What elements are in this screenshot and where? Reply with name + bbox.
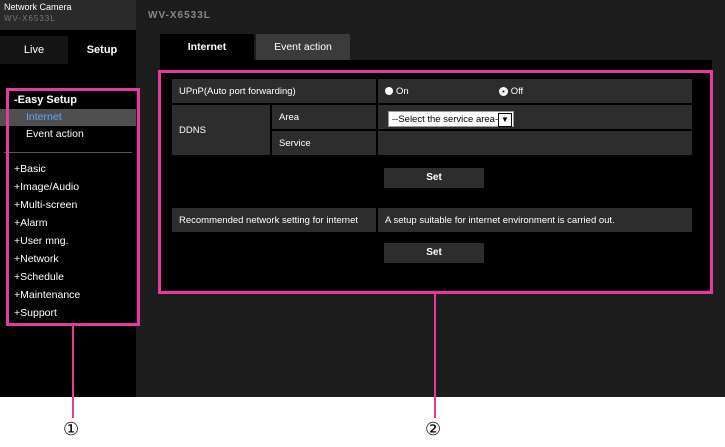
camera-title: WV-X6533L (148, 10, 211, 21)
callout-number-2: ② (425, 419, 442, 440)
callout-number-1: ① (63, 419, 80, 440)
callout-box-sidebar (6, 88, 140, 326)
callout-line-2 (434, 294, 436, 418)
tab-internet[interactable]: Internet (160, 34, 254, 60)
tab-event-action[interactable]: Event action (256, 34, 350, 60)
brand-header: Network Camera WV-X6533L (0, 0, 136, 30)
brand-model: WV-X6533L (4, 14, 56, 23)
callout-box-content (158, 70, 713, 294)
setup-tab[interactable]: Setup (68, 36, 136, 64)
callout-line-1 (72, 326, 74, 418)
brand-title: Network Camera (4, 2, 72, 12)
tab-bar: Internet Event action (160, 34, 712, 60)
live-tab[interactable]: Live (0, 36, 68, 64)
